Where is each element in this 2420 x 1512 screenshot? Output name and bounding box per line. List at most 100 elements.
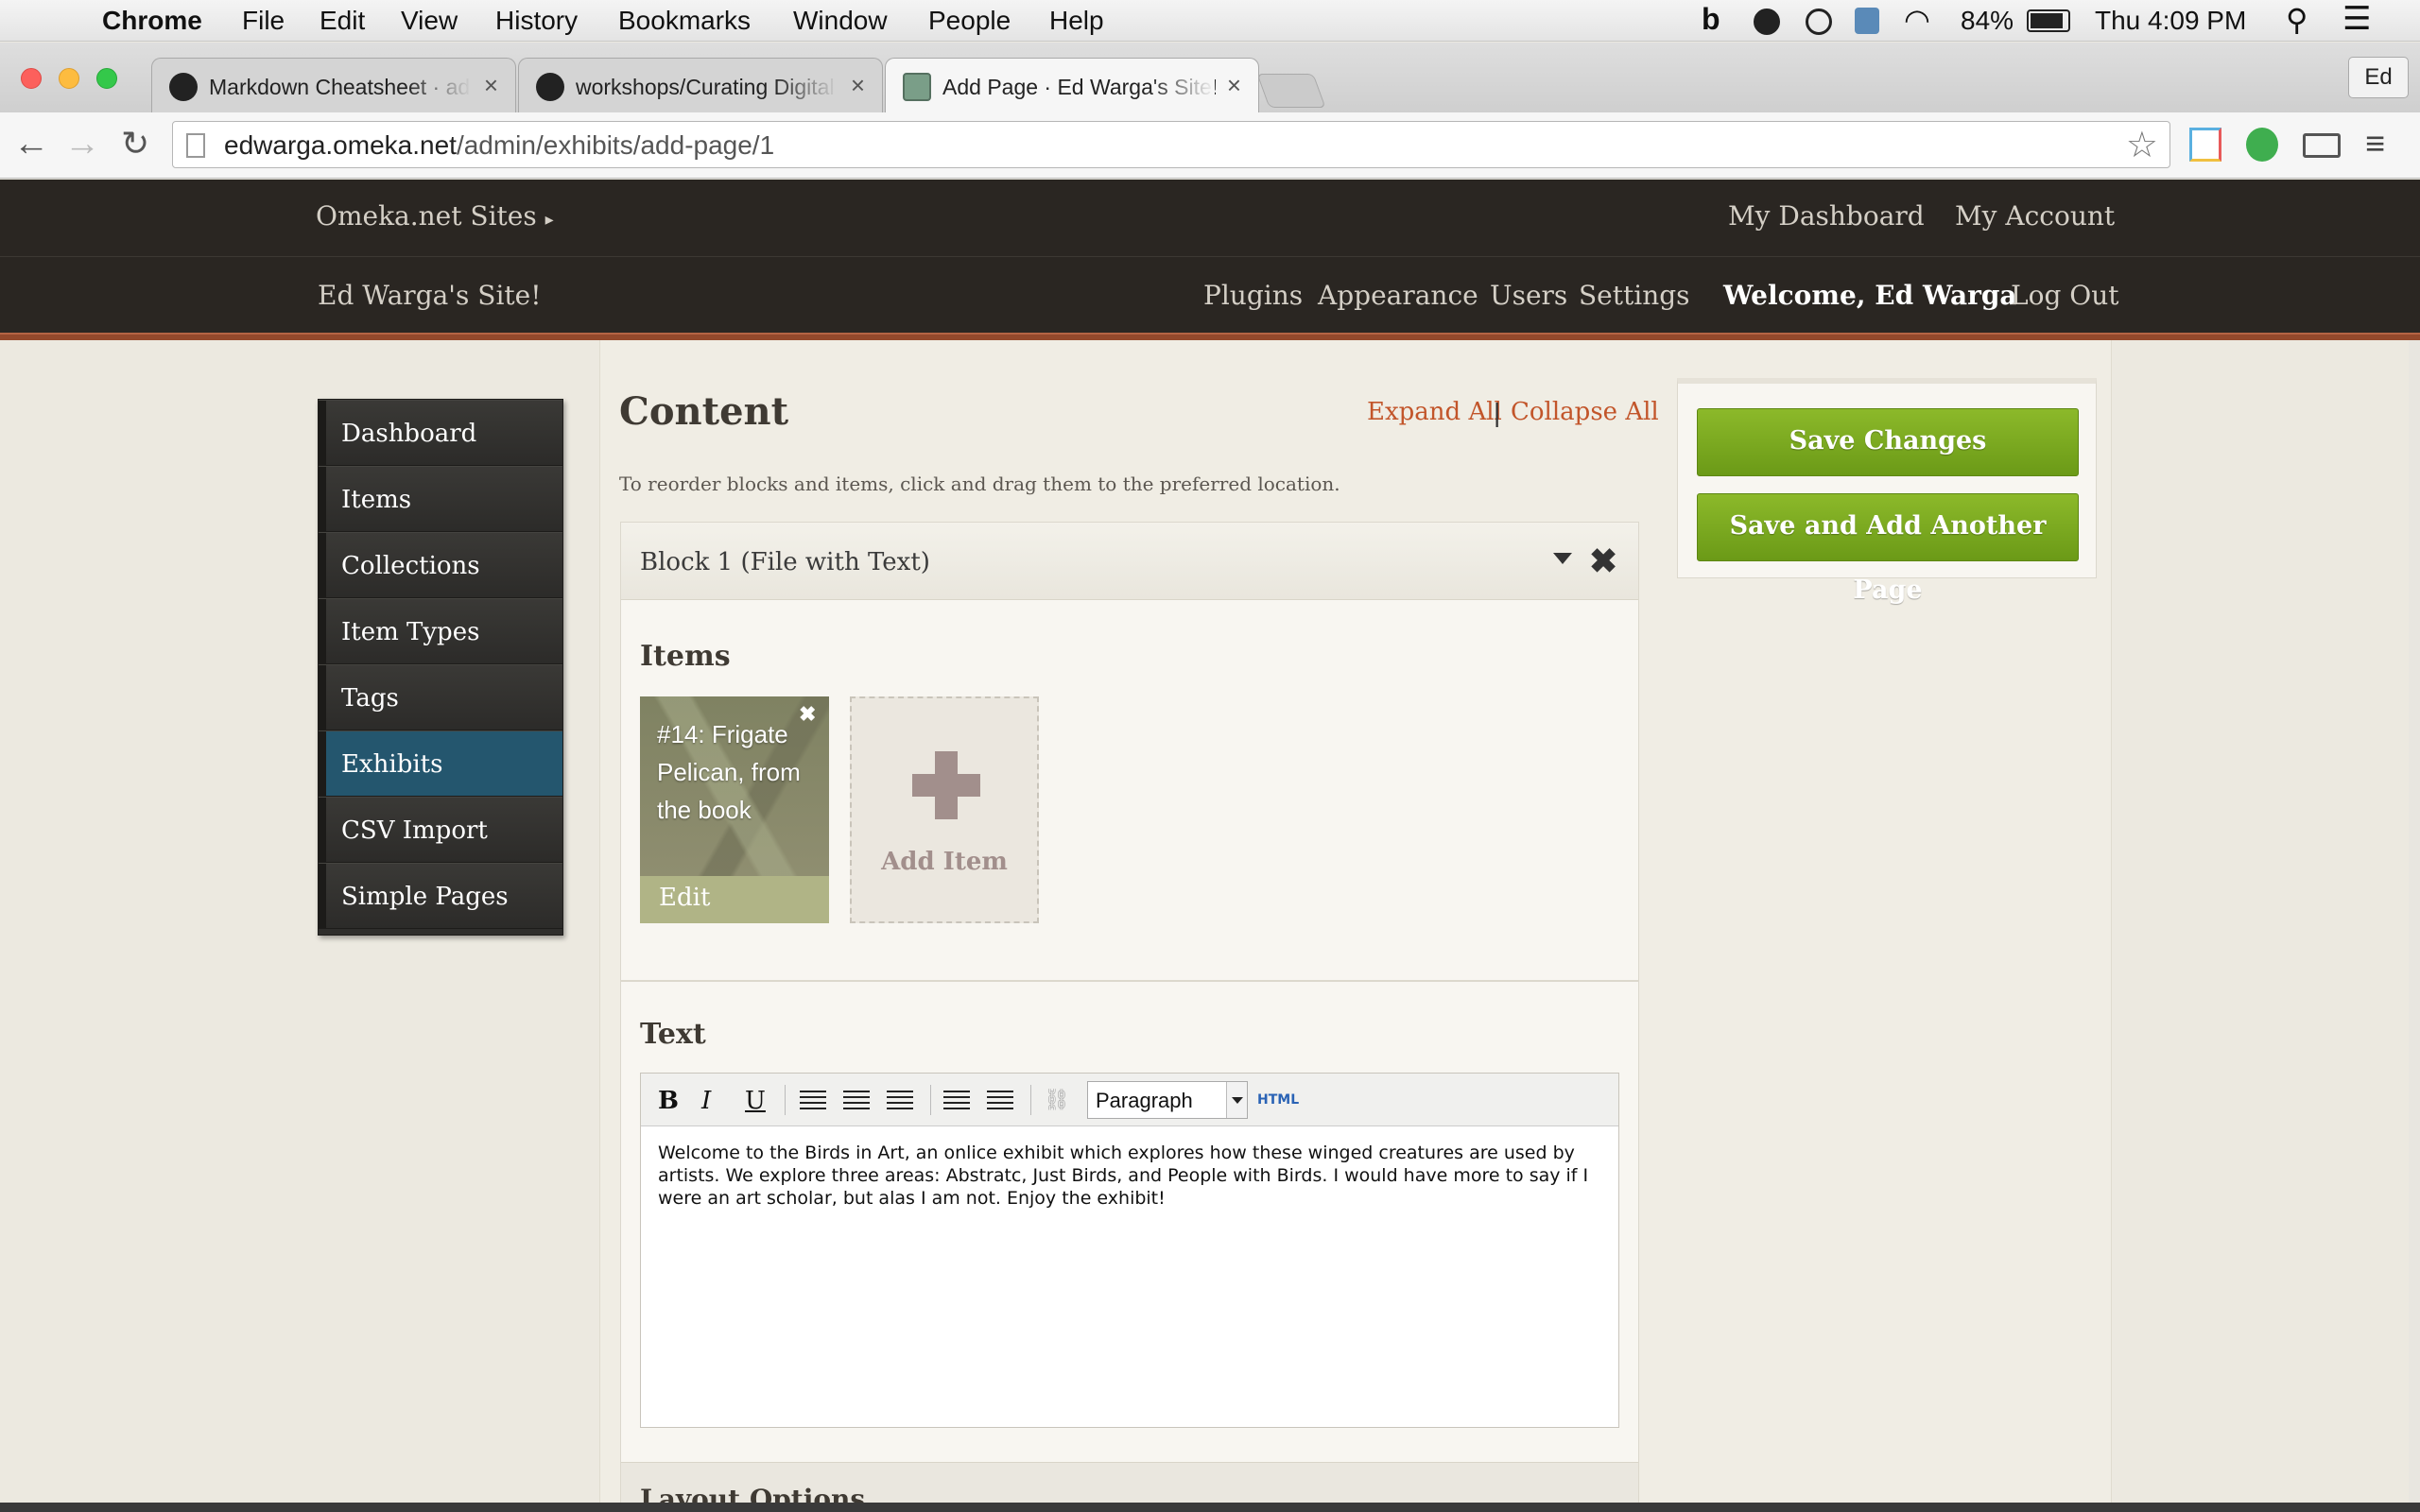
window-close-button[interactable] xyxy=(21,68,42,89)
new-tab-button[interactable] xyxy=(1256,74,1326,108)
address-bar[interactable]: edwarga.omeka.net/admin/exhibits/add-pag… xyxy=(172,121,2170,168)
clock[interactable]: Thu 4:09 PM xyxy=(2095,6,2246,36)
add-item-button[interactable]: Add Item xyxy=(850,696,1039,923)
sidebar-item-item-types[interactable]: Item Types xyxy=(319,598,562,664)
hangouts-status-icon[interactable] xyxy=(1754,9,1780,35)
rich-text-editor[interactable]: B I U ⛓ Paragraph HTML Welcome to the Bi… xyxy=(640,1073,1619,1428)
menu-people[interactable]: People xyxy=(928,6,1011,36)
tab-markdown-cheatsheet[interactable]: Markdown Cheatsheet · ad × xyxy=(151,58,516,112)
sidebar-item-csv-import[interactable]: CSV Import xyxy=(319,797,562,863)
italic-icon[interactable]: I xyxy=(701,1087,711,1115)
edit-item-button[interactable]: Edit xyxy=(640,876,829,923)
tab-close-icon[interactable]: × xyxy=(851,71,865,100)
align-left-icon[interactable] xyxy=(800,1091,826,1111)
window-minimize-button[interactable] xyxy=(59,68,79,89)
sidebar-item-dashboard[interactable]: Dashboard xyxy=(319,400,562,466)
bullet-list-icon[interactable] xyxy=(943,1091,970,1111)
my-dashboard-link[interactable]: My Dashboard xyxy=(1728,200,1925,232)
app-menu-chrome[interactable]: Chrome xyxy=(102,6,202,36)
menu-bookmarks[interactable]: Bookmarks xyxy=(618,6,751,36)
tab-close-icon[interactable]: × xyxy=(484,71,498,100)
nav-users[interactable]: Users xyxy=(1490,280,1567,311)
menu-help[interactable]: Help xyxy=(1049,6,1104,36)
bitly-icon[interactable]: b xyxy=(1702,2,1720,37)
omeka-sites-link[interactable]: Omeka.net Sites ▸ xyxy=(316,200,554,232)
align-center-icon[interactable] xyxy=(843,1091,870,1111)
notification-center-icon[interactable]: ☰ xyxy=(2342,0,2371,38)
chrome-menu-icon[interactable]: ≡ xyxy=(2365,126,2385,162)
evernote-icon[interactable] xyxy=(2246,128,2278,162)
nav-settings[interactable]: Settings xyxy=(1579,280,1690,311)
editor-body-text[interactable]: Welcome to the Birds in Art, an onlice e… xyxy=(658,1142,1607,1210)
add-item-label: Add Item xyxy=(881,848,1008,876)
github-icon xyxy=(536,73,564,101)
omeka-top-bar: Omeka.net Sites ▸ My Dashboard My Accoun… xyxy=(0,180,2420,256)
menu-file[interactable]: File xyxy=(242,6,285,36)
block-title: Block 1 (File with Text) xyxy=(640,548,930,576)
browser-tab-strip: Markdown Cheatsheet · ad × workshops/Cur… xyxy=(0,43,2420,114)
numbered-list-icon[interactable] xyxy=(987,1091,1013,1111)
page-scrollbar[interactable] xyxy=(2409,340,2420,1512)
reorder-help-text: To reorder blocks and items, click and d… xyxy=(619,472,1340,495)
battery-percent: 84% xyxy=(1961,6,2014,35)
logout-link[interactable]: Log Out xyxy=(2011,280,2119,311)
underline-icon[interactable]: U xyxy=(745,1087,766,1115)
bookmark-star-icon[interactable]: ☆ xyxy=(2126,124,2158,166)
reload-icon[interactable]: ↻ xyxy=(121,126,149,162)
menu-view[interactable]: View xyxy=(401,6,458,36)
format-select[interactable]: Paragraph xyxy=(1087,1081,1248,1119)
save-and-add-page-button[interactable]: Save and Add Another Page xyxy=(1697,493,2079,605)
extension-icon[interactable] xyxy=(2189,128,2221,162)
url-text[interactable]: edwarga.omeka.net/admin/exhibits/add-pag… xyxy=(224,130,774,161)
dock-edge xyxy=(0,1503,2420,1512)
save-changes-button[interactable]: Save Changes xyxy=(1697,408,2079,476)
sidebar-item-items[interactable]: Items xyxy=(319,466,562,532)
link-separator: | xyxy=(1494,398,1501,427)
spotlight-search-icon[interactable]: ⚲ xyxy=(2286,2,2308,38)
format-select-value: Paragraph xyxy=(1096,1089,1193,1112)
bold-icon[interactable]: B xyxy=(658,1087,679,1115)
site-name[interactable]: Ed Warga's Site! xyxy=(318,280,541,311)
save-panel: Save Changes Save and Add Another Page xyxy=(1677,378,2097,605)
nav-plugins[interactable]: Plugins xyxy=(1203,280,1303,311)
collapse-toggle-icon[interactable] xyxy=(1553,553,1572,564)
html-source-button[interactable]: HTML xyxy=(1257,1092,1299,1108)
sidebar-item-simple-pages[interactable]: Simple Pages xyxy=(319,863,562,929)
menu-edit[interactable]: Edit xyxy=(320,6,365,36)
tab-close-icon[interactable]: × xyxy=(1227,71,1241,100)
battery-icon[interactable] xyxy=(2027,9,2070,32)
tab-workshops[interactable]: workshops/Curating Digital × xyxy=(518,58,883,112)
my-account-link[interactable]: My Account xyxy=(1955,200,2115,232)
profile-button[interactable]: Ed xyxy=(2348,57,2409,98)
cast-icon[interactable] xyxy=(2303,133,2341,158)
window-zoom-button[interactable] xyxy=(96,68,117,89)
nav-appearance[interactable]: Appearance xyxy=(1318,280,1478,311)
header-accent-line xyxy=(0,333,2420,340)
wifi-icon[interactable]: ◠ xyxy=(1904,2,1930,38)
text-heading: Text xyxy=(640,1018,706,1051)
link-icon[interactable]: ⛓ xyxy=(1044,1089,1070,1112)
sidebar-item-tags[interactable]: Tags xyxy=(319,664,562,730)
menu-history[interactable]: History xyxy=(495,6,578,36)
github-icon xyxy=(169,73,198,101)
caret-right-icon: ▸ xyxy=(544,210,554,230)
menu-window[interactable]: Window xyxy=(793,6,888,36)
collapse-all-link[interactable]: Collapse All xyxy=(1511,398,1659,426)
chevron-down-icon xyxy=(1226,1082,1247,1118)
tab-add-page[interactable]: Add Page · Ed Warga's Site! × xyxy=(885,58,1259,114)
do-not-disturb-icon[interactable] xyxy=(1806,9,1832,35)
block-header[interactable]: Block 1 (File with Text) ✖ xyxy=(621,523,1638,600)
attached-item-card[interactable]: #14: Frigate Pelican, from the book ✖ Ed… xyxy=(640,696,829,923)
browser-toolbar: ← → ↻ edwarga.omeka.net/admin/exhibits/a… xyxy=(0,112,2420,179)
welcome-user[interactable]: Welcome, Ed Warga xyxy=(1723,280,2017,311)
back-arrow-icon[interactable]: ← xyxy=(13,126,49,162)
editor-toolbar: B I U ⛓ Paragraph HTML xyxy=(641,1074,1618,1126)
sidebar-item-collections[interactable]: Collections xyxy=(319,532,562,598)
remove-item-icon[interactable]: ✖ xyxy=(799,702,816,727)
forward-arrow-icon[interactable]: → xyxy=(64,126,100,162)
dropbox-icon[interactable] xyxy=(1855,8,1879,34)
sidebar-item-exhibits[interactable]: Exhibits xyxy=(319,730,562,797)
align-right-icon[interactable] xyxy=(887,1091,913,1111)
delete-block-icon[interactable]: ✖ xyxy=(1589,541,1617,581)
expand-all-link[interactable]: Expand All xyxy=(1367,398,1502,426)
